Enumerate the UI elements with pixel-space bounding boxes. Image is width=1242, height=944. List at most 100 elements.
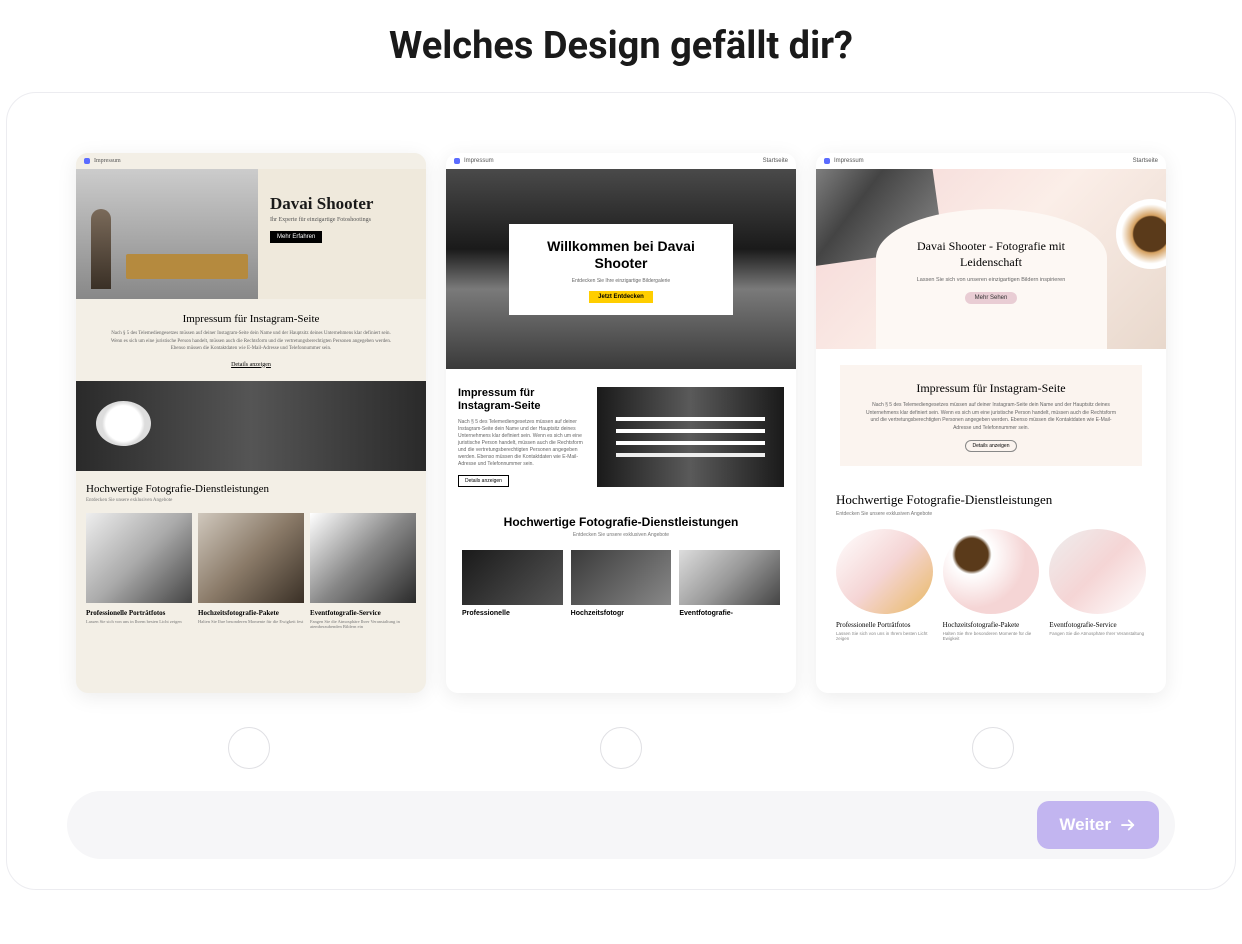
card-image — [86, 513, 192, 603]
service-card: Hochzeitsfotografie-Pakete Halten Sie Ih… — [198, 513, 304, 631]
card-image — [836, 529, 933, 614]
design-option-3[interactable]: Impressum Startseite Davai Shooter - Fot… — [816, 153, 1166, 693]
hero-subtitle: Lassen Sie sich von unseren einzigartige… — [904, 277, 1079, 283]
impressum-body: Nach § 5 des Telemediengesetzes müssen a… — [458, 419, 583, 468]
details-link: Details anzeigen — [231, 362, 271, 368]
impressum-section: Impressum für Instagram-Seite Nach § 5 d… — [446, 369, 796, 505]
card-body: Halten Sie Ihre besonderen Momente für d… — [943, 631, 1040, 641]
topbar-text: Impressum — [464, 158, 494, 164]
logo-icon — [824, 158, 830, 164]
design-picker-panel: Impressum Davai Shooter Ihr Experte für … — [6, 92, 1236, 890]
designs-row: Impressum Davai Shooter Ihr Experte für … — [67, 153, 1175, 693]
footer-action-bar: Weiter — [67, 791, 1175, 859]
hero-title: Willkommen bei Davai Shooter — [529, 238, 713, 273]
card-body: Fangen Sie die Atmosphäre Ihrer Veransta… — [1049, 631, 1146, 636]
card-body: Lassen Sie sich von uns in Ihrem besten … — [86, 619, 192, 625]
services-section: Hochwertige Fotografie-Dienstleistungen … — [76, 471, 426, 643]
service-card: Eventfotografie-Service Fangen Sie die A… — [1049, 529, 1146, 641]
hero-box: Willkommen bei Davai Shooter Entdecken S… — [509, 224, 733, 315]
selector-dots-row — [67, 727, 1175, 769]
services-grid: Professionelle Hochzeitsfotogr Eventfoto… — [446, 544, 796, 617]
impressum-title: Impressum für Instagram-Seite — [862, 381, 1120, 396]
card-image — [198, 513, 304, 603]
impressum-title: Impressum für Instagram-Seite — [106, 313, 396, 325]
details-button: Details anzeigen — [458, 475, 509, 487]
impressum-section: Impressum für Instagram-Seite Nach § 5 d… — [76, 299, 426, 381]
card-image — [1049, 529, 1146, 614]
preview-topbar: Impressum Startseite — [816, 153, 1166, 169]
hero-subtitle: Ihr Experte für einzigartige Fotoshootin… — [270, 217, 414, 223]
card-image — [310, 513, 416, 603]
card-title: Hochzeitsfotogr — [571, 610, 672, 617]
card-title: Eventfotografie-Service — [310, 609, 416, 617]
service-card: Professionelle — [462, 550, 563, 617]
card-title: Professionelle — [462, 610, 563, 617]
hero-box: Davai Shooter - Fotografie mit Leidensch… — [876, 209, 1107, 349]
card-title: Eventfotografie- — [679, 610, 780, 617]
services-subtitle: Entdecken Sie unsere exklusiven Angebote — [836, 511, 1146, 517]
services-header: Hochwertige Fotografie-Dienstleistungen … — [446, 505, 796, 544]
select-design-3-radio[interactable] — [972, 727, 1014, 769]
card-image — [943, 529, 1040, 614]
topbar-nav: Startseite — [763, 158, 788, 164]
next-button-label: Weiter — [1059, 815, 1111, 835]
card-title: Eventfotografie-Service — [1049, 621, 1146, 629]
service-card: Hochzeitsfotografie-Pakete Halten Sie Ih… — [943, 529, 1040, 641]
design-option-2[interactable]: Impressum Startseite Willkommen bei Dava… — [446, 153, 796, 693]
hero-section: Davai Shooter - Fotografie mit Leidensch… — [816, 169, 1166, 349]
page-title: Welches Design gefällt dir? — [0, 24, 1242, 68]
section-image — [597, 387, 784, 487]
card-body: Lassen Sie sich von uns in Ihrem besten … — [836, 631, 933, 641]
next-button[interactable]: Weiter — [1037, 801, 1159, 849]
services-grid: Professionelle Porträtfotos Lassen Sie s… — [836, 529, 1146, 641]
hero-title: Davai Shooter — [270, 194, 414, 214]
service-card: Professionelle Porträtfotos Lassen Sie s… — [836, 529, 933, 641]
hero-cta-button: Mehr Sehen — [965, 292, 1018, 304]
wide-image — [76, 381, 426, 471]
card-body: Halten Sie Ihre besonderen Momente für d… — [198, 619, 304, 625]
impressum-section: Impressum für Instagram-Seite Nach § 5 d… — [840, 365, 1142, 466]
service-card: Hochzeitsfotogr — [571, 550, 672, 617]
card-title: Professionelle Porträtfotos — [86, 609, 192, 617]
design-option-1[interactable]: Impressum Davai Shooter Ihr Experte für … — [76, 153, 426, 693]
hero-text: Davai Shooter Ihr Experte für einzigarti… — [258, 169, 426, 299]
impressum-body: Nach § 5 des Telemediengesetzes müssen a… — [862, 402, 1120, 432]
card-title: Professionelle Porträtfotos — [836, 621, 933, 629]
logo-icon — [454, 158, 460, 164]
topbar-text: Impressum — [834, 158, 864, 164]
services-subtitle: Entdecken Sie unsere exklusiven Angebote — [466, 532, 776, 538]
hero-section: Davai Shooter Ihr Experte für einzigarti… — [76, 169, 426, 299]
card-image — [571, 550, 672, 605]
topbar-text: Impressum — [94, 158, 121, 164]
service-card: Eventfotografie- — [679, 550, 780, 617]
hero-cta-button: Mehr Erfahren — [270, 231, 322, 243]
services-title: Hochwertige Fotografie-Dienstleistungen — [836, 492, 1146, 508]
services-section: Hochwertige Fotografie-Dienstleistungen … — [816, 482, 1166, 651]
card-body: Fangen Sie die Atmosphäre Ihrer Veransta… — [310, 619, 416, 631]
card-title: Hochzeitsfotografie-Pakete — [198, 609, 304, 617]
services-subtitle: Entdecken Sie unsere exklusiven Angebote — [86, 498, 416, 503]
preview-topbar: Impressum — [76, 153, 426, 169]
hero-subtitle: Entdecken Sie Ihre einzigartige Bilderga… — [529, 278, 713, 284]
card-image — [679, 550, 780, 605]
service-card: Professionelle Porträtfotos Lassen Sie s… — [86, 513, 192, 631]
card-image — [462, 550, 563, 605]
logo-icon — [84, 158, 90, 164]
services-title: Hochwertige Fotografie-Dienstleistungen — [86, 483, 416, 495]
services-grid: Professionelle Porträtfotos Lassen Sie s… — [86, 513, 416, 631]
services-title: Hochwertige Fotografie-Dienstleistungen — [466, 515, 776, 529]
hero-image — [76, 169, 258, 299]
hero-title: Davai Shooter - Fotografie mit Leidensch… — [904, 239, 1079, 270]
select-design-1-radio[interactable] — [228, 727, 270, 769]
select-design-2-radio[interactable] — [600, 727, 642, 769]
impressum-title: Impressum für Instagram-Seite — [458, 387, 583, 413]
service-card: Eventfotografie-Service Fangen Sie die A… — [310, 513, 416, 631]
hero-cta-button: Jetzt Entdecken — [589, 291, 653, 303]
topbar-nav: Startseite — [1133, 158, 1158, 164]
arrow-right-icon — [1119, 816, 1137, 834]
hero-section: Willkommen bei Davai Shooter Entdecken S… — [446, 169, 796, 369]
impressum-body: Nach § 5 des Telemediengesetzes müssen a… — [106, 330, 396, 353]
preview-topbar: Impressum Startseite — [446, 153, 796, 169]
details-button: Details anzeigen — [965, 440, 1018, 452]
card-title: Hochzeitsfotografie-Pakete — [943, 621, 1040, 629]
